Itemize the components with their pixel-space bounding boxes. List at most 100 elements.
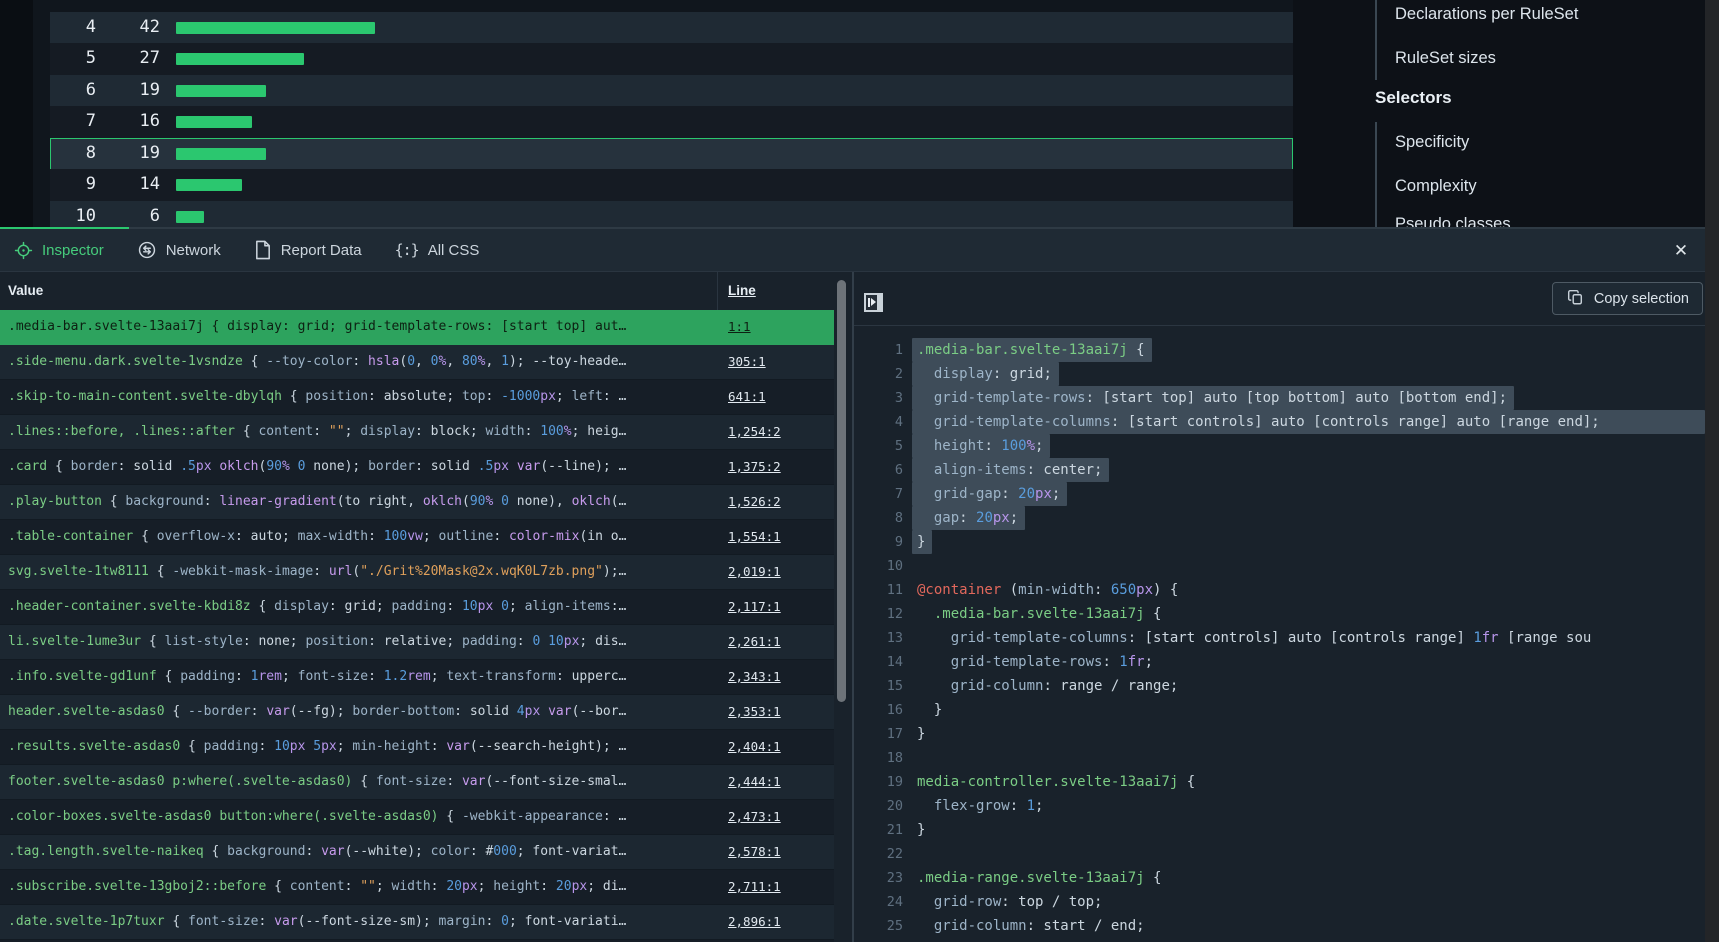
- rule-value: .card { border: solid .5px oklch(90% 0 n…: [8, 450, 710, 484]
- page-background: [1293, 0, 1705, 227]
- chart-row[interactable]: 527: [50, 43, 1293, 75]
- nav-item-declarations-per-ruleset[interactable]: Declarations per RuleSet: [1395, 2, 1578, 26]
- toggle-sidebar-icon[interactable]: [864, 293, 883, 312]
- line-link[interactable]: 2,404:1: [728, 730, 781, 764]
- line-text: display: fl: [917, 938, 1705, 942]
- line-text: [917, 554, 1705, 578]
- line-number: 21: [854, 818, 903, 842]
- rules-table: .media-bar.svelte-13aai7j { display: gri…: [0, 310, 834, 942]
- table-row[interactable]: header.svelte-asdas0 { --border: var(--f…: [0, 695, 834, 730]
- count-value: 27: [96, 43, 160, 75]
- table-row[interactable]: .results.svelte-asdas0 { padding: 10px 5…: [0, 730, 834, 765]
- line-link[interactable]: 2,444:1: [728, 765, 781, 799]
- line-link[interactable]: 305:1: [728, 345, 766, 379]
- line-number: 13: [854, 626, 903, 650]
- tab-inspector[interactable]: Inspector: [14, 241, 104, 260]
- bucket-label: 9: [50, 169, 96, 201]
- line-text: height: 100%;: [917, 434, 1705, 458]
- line-number: 11: [854, 578, 903, 602]
- line-link[interactable]: 641:1: [728, 380, 766, 414]
- table-row[interactable]: .subscribe.svelte-13gboj2::before { cont…: [0, 870, 834, 905]
- bucket-label: 6: [50, 75, 96, 107]
- line-text: @container (min-width: 650px) {: [917, 578, 1705, 602]
- table-row[interactable]: svg.svelte-1tw8111 { -webkit-mask-image:…: [0, 555, 834, 590]
- line-link[interactable]: 2,117:1: [728, 590, 781, 624]
- table-row[interactable]: .info.svelte-gd1unf { padding: 1rem; fon…: [0, 660, 834, 695]
- line-link[interactable]: 1,375:2: [728, 450, 781, 484]
- line-link[interactable]: 2,343:1: [728, 660, 781, 694]
- table-row[interactable]: li.svelte-1ume3ur { list-style: none; po…: [0, 625, 834, 660]
- panel-tabbar: Inspector Network Report Data {:}All CSS: [0, 229, 1705, 272]
- line-number: 23: [854, 866, 903, 890]
- line-link[interactable]: 2,473:1: [728, 800, 781, 834]
- table-row[interactable]: .side-menu.dark.svelte-1vsndze { --toy-c…: [0, 345, 834, 380]
- rule-value: header.svelte-asdas0 { --border: var(--f…: [8, 695, 710, 729]
- rule-value: .table-container { overflow-x: auto; max…: [8, 520, 710, 554]
- line-text: }: [917, 698, 1705, 722]
- nav-item-ruleset-sizes[interactable]: RuleSet sizes: [1395, 46, 1496, 70]
- table-scrollbar-thumb[interactable]: [837, 280, 846, 702]
- line-link[interactable]: 1:1: [728, 310, 751, 344]
- code-line: 2 display: grid;: [854, 362, 1705, 386]
- bucket-label: 7: [50, 106, 96, 138]
- line-text: grid-column: start / end;: [917, 914, 1705, 938]
- screen: 442527619716819914106 Declarations per R…: [0, 0, 1719, 942]
- table-row[interactable]: .header-container.svelte-kbdi8z { displa…: [0, 590, 834, 625]
- line-column-header[interactable]: Line: [728, 272, 756, 310]
- line-number: 22: [854, 842, 903, 866]
- line-link[interactable]: 2,896:1: [728, 905, 781, 939]
- table-row[interactable]: .color-boxes.svelte-asdas0 button:where(…: [0, 800, 834, 835]
- table-row[interactable]: .play-button { background: linear-gradie…: [0, 485, 834, 520]
- line-link[interactable]: 2,353:1: [728, 695, 781, 729]
- page-scrollbar-track[interactable]: [1705, 0, 1719, 942]
- code-line: 1.media-bar.svelte-13aai7j {: [854, 338, 1705, 362]
- code-line: 22: [854, 842, 1705, 866]
- line-link[interactable]: 1,554:1: [728, 520, 781, 554]
- table-row[interactable]: .lines::before, .lines::after { content:…: [0, 415, 834, 450]
- line-link[interactable]: 2,711:1: [728, 870, 781, 904]
- braces-icon: {:}: [395, 241, 419, 259]
- code-line: 25 grid-column: start / end;: [854, 914, 1705, 938]
- copy-selection-button[interactable]: Copy selection: [1552, 282, 1703, 315]
- chart-row[interactable]: 819: [50, 138, 1293, 170]
- rule-value: .subscribe.svelte-13gboj2::before { cont…: [8, 870, 710, 904]
- rule-value: .side-menu.dark.svelte-1vsndze { --toy-c…: [8, 345, 710, 379]
- table-row[interactable]: .skip-to-main-content.svelte-dbylqh { po…: [0, 380, 834, 415]
- table-row[interactable]: .date.svelte-1p7tuxr { font-size: var(--…: [0, 905, 834, 940]
- line-number: 18: [854, 746, 903, 770]
- table-row[interactable]: footer.svelte-asdas0 p:where(.svelte-asd…: [0, 765, 834, 800]
- tab-network[interactable]: Network: [137, 240, 221, 260]
- close-panel-button[interactable]: ✕: [1668, 238, 1694, 264]
- table-row[interactable]: .tag.length.svelte-naikeq { background: …: [0, 835, 834, 870]
- line-number: 2: [854, 362, 903, 386]
- chart-row[interactable]: 442: [50, 12, 1293, 44]
- line-link[interactable]: 1,254:2: [728, 415, 781, 449]
- line-number: 1: [854, 338, 903, 362]
- rule-value: .play-button { background: linear-gradie…: [8, 485, 710, 519]
- transfer-icon: [137, 240, 157, 260]
- chart-row[interactable]: 619: [50, 75, 1293, 107]
- table-row[interactable]: .media-bar.svelte-13aai7j { display: gri…: [0, 310, 834, 345]
- line-link[interactable]: 1,526:2: [728, 485, 781, 519]
- bucket-label: 8: [50, 138, 96, 170]
- line-text: [917, 842, 1705, 866]
- chart-row[interactable]: 716: [50, 106, 1293, 138]
- nav-item-complexity[interactable]: Complexity: [1395, 174, 1477, 198]
- tab-all-css[interactable]: {:}All CSS: [395, 241, 480, 259]
- line-link[interactable]: 2,261:1: [728, 625, 781, 659]
- inspector-panel: InspectorNetworkReport Data{:}All CSS ✕ …: [0, 227, 1705, 942]
- table-row[interactable]: .table-container { overflow-x: auto; max…: [0, 520, 834, 555]
- table-row[interactable]: .card { border: solid .5px oklch(90% 0 n…: [0, 450, 834, 485]
- rule-value: .tag.length.svelte-naikeq { background: …: [8, 835, 710, 869]
- nav-item-specificity[interactable]: Specificity: [1395, 130, 1469, 154]
- code-line: 5 height: 100%;: [854, 434, 1705, 458]
- chart-row[interactable]: 914: [50, 169, 1293, 201]
- code-line: 12 .media-bar.svelte-13aai7j {: [854, 602, 1705, 626]
- line-link[interactable]: 2,019:1: [728, 555, 781, 589]
- line-text: display: grid;: [917, 362, 1705, 386]
- line-link[interactable]: 2,578:1: [728, 835, 781, 869]
- tab-report-data[interactable]: Report Data: [254, 240, 362, 260]
- line-number: 3: [854, 386, 903, 410]
- line-number: 15: [854, 674, 903, 698]
- line-text: grid-template-rows: [start top] auto [to…: [917, 386, 1705, 410]
